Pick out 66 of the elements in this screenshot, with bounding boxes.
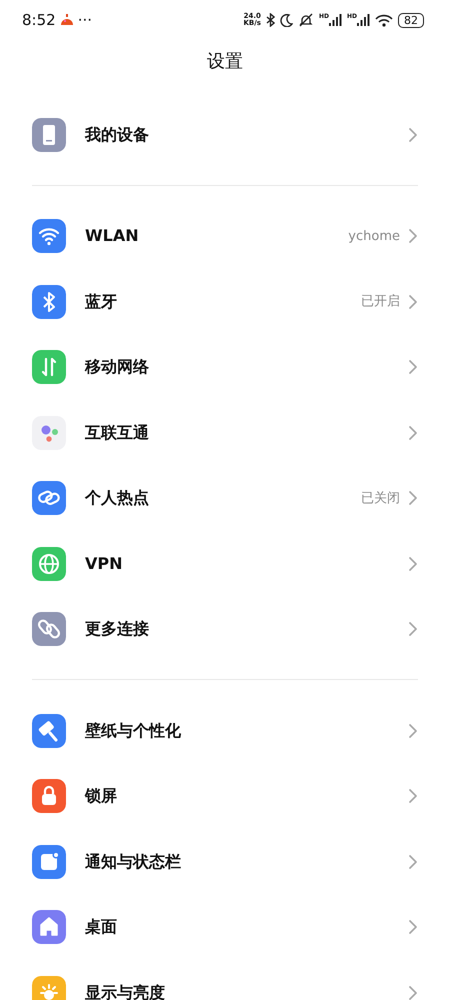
chevron-icon	[408, 854, 418, 870]
settings-item[interactable]: 我的设备	[0, 102, 450, 168]
bluetooth-icon	[266, 13, 275, 27]
app-icon	[60, 14, 74, 26]
settings-item[interactable]: 蓝牙 已开启	[0, 269, 450, 334]
chevron-icon	[408, 359, 418, 376]
item-value: 已关闭	[361, 490, 400, 508]
item-label: 壁纸与个性化	[85, 720, 181, 742]
item-label: 蓝牙	[85, 290, 117, 313]
home-icon	[32, 910, 66, 944]
item-value: 已开启	[361, 293, 400, 311]
settings-item[interactable]: 更多连接	[0, 596, 450, 662]
item-label: WLAN	[85, 225, 139, 248]
item-label: 个人热点	[85, 487, 149, 510]
item-label: 显示与亮度	[85, 982, 165, 1000]
moon-icon	[280, 14, 293, 26]
chevron-icon	[408, 294, 418, 310]
settings-item[interactable]: 个人热点 已关闭	[0, 466, 450, 531]
link-icon	[32, 481, 66, 516]
chevron-icon	[408, 919, 418, 936]
chevron-icon	[408, 228, 418, 244]
settings-item[interactable]: 显示与亮度	[0, 960, 450, 1000]
arrows-icon	[32, 350, 66, 384]
item-label: VPN	[85, 552, 122, 575]
settings-item[interactable]: 通知与状态栏	[0, 829, 450, 894]
sun-icon	[32, 976, 66, 1000]
globe-icon	[32, 546, 66, 581]
brush-icon	[32, 714, 66, 748]
item-label: 移动网络	[85, 356, 149, 378]
item-value: ychome	[348, 228, 400, 246]
item-label: 互联互通	[85, 422, 149, 444]
chevron-icon	[408, 424, 418, 441]
settings-item[interactable]: 壁纸与个性化	[0, 698, 450, 764]
link-icon	[32, 612, 66, 646]
battery-level: 82	[398, 12, 424, 28]
bluetooth-icon	[32, 284, 66, 319]
settings-item[interactable]: 移动网络	[0, 334, 450, 400]
chevron-icon	[408, 556, 418, 572]
chevron-icon	[408, 126, 418, 143]
chevron-icon	[408, 621, 418, 638]
item-label: 锁屏	[85, 785, 117, 808]
wifi-icon	[32, 219, 66, 254]
item-label: 我的设备	[85, 124, 149, 146]
settings-item[interactable]: 桌面	[0, 894, 450, 960]
settings-item[interactable]: 互联互通	[0, 400, 450, 466]
settings-item[interactable]: 锁屏	[0, 764, 450, 829]
chevron-icon	[408, 490, 418, 506]
settings-item[interactable]: WLAN ychome	[0, 204, 450, 269]
wifi-icon	[375, 14, 393, 26]
item-label: 桌面	[85, 916, 117, 938]
signal-icon	[357, 14, 370, 26]
notification-icon	[32, 844, 66, 879]
phone-icon	[32, 118, 66, 152]
item-label: 通知与状态栏	[85, 850, 181, 873]
page-title: 设置	[206, 50, 244, 74]
more-indicator: ···	[78, 10, 92, 31]
dots-icon	[32, 416, 66, 450]
status-time: 8:52	[22, 10, 56, 31]
settings-item[interactable]: VPN	[0, 531, 450, 596]
chevron-icon	[408, 788, 418, 804]
item-label: 更多连接	[85, 618, 149, 640]
signal-icon	[328, 14, 342, 26]
lock-icon	[32, 779, 66, 814]
chevron-icon	[408, 722, 418, 739]
mute-icon	[298, 13, 314, 27]
chevron-icon	[408, 984, 418, 1000]
